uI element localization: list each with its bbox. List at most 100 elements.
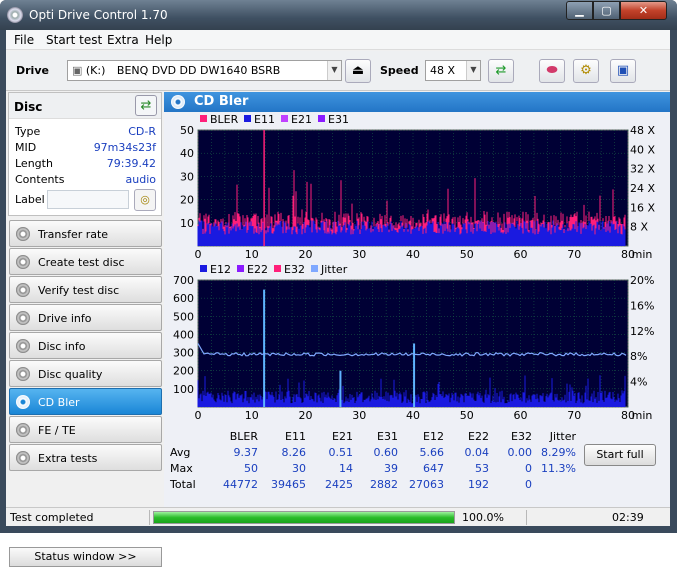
- y-tick-label: 10: [180, 217, 194, 230]
- drive-select[interactable]: ▣ (K:) BENQ DVD DD DW1640 BSRB ▼: [67, 60, 342, 81]
- eject-icon: ⏏: [351, 63, 365, 78]
- disc-contents-value: audio: [125, 173, 156, 186]
- x-tick-label: 10: [245, 409, 259, 422]
- main-title: CD Bler: [194, 94, 249, 109]
- nav-label: Verify test disc: [38, 284, 120, 297]
- speed-value: 48 X: [430, 64, 456, 77]
- minimize-button[interactable]: ▁: [566, 1, 593, 20]
- disc-refresh-button[interactable]: ⇄: [135, 95, 157, 116]
- disc-icon: [16, 367, 30, 381]
- nav-drive-info[interactable]: Drive info: [9, 304, 162, 331]
- disc-label-label: Label: [15, 193, 45, 206]
- disc-label-input[interactable]: [47, 190, 129, 209]
- client-area: File Start test Extra Help Drive ▣ (K:) …: [6, 30, 670, 567]
- nav-create-test-disc[interactable]: Create test disc: [9, 248, 162, 275]
- eject-button[interactable]: ⏏: [345, 59, 371, 83]
- legend-swatch: [200, 265, 207, 272]
- stats-value: 0.60: [373, 446, 399, 459]
- y2-tick-label: 32 X: [630, 163, 655, 176]
- nav-label: Drive info: [38, 312, 92, 325]
- stats-value: 50: [244, 462, 258, 475]
- legend-swatch: [281, 115, 288, 122]
- stats-row-label: Total: [170, 478, 196, 491]
- start-full-button[interactable]: Start full: [584, 444, 656, 466]
- y2-tick-label: 16 X: [630, 201, 655, 214]
- disc-icon: [16, 255, 30, 269]
- nav-label: Create test disc: [38, 256, 125, 269]
- stats-value: 8.29%: [541, 446, 576, 459]
- elapsed-time: 02:39: [612, 511, 644, 524]
- stats-header: Jitter: [549, 430, 576, 443]
- legend-swatch: [200, 115, 207, 122]
- refresh-icon: ⇄: [140, 98, 152, 113]
- app-window: Opti Drive Control 1.70 ▁ ▢ ✕ File Start…: [0, 0, 677, 567]
- x-tick-label: 40: [406, 409, 420, 422]
- disc-label-button[interactable]: ◎: [134, 189, 156, 211]
- x-tick-label: 20: [299, 248, 313, 261]
- drive-label: Drive: [16, 64, 49, 77]
- save-button[interactable]: ▣: [610, 59, 636, 83]
- status-text: Test completed: [10, 511, 94, 524]
- speed-label: Speed: [380, 64, 419, 77]
- x-tick-label: 50: [460, 409, 474, 422]
- nav-transfer-rate[interactable]: Transfer rate: [9, 220, 162, 247]
- legend-swatch: [318, 115, 325, 122]
- disc-icon: [16, 283, 30, 297]
- disc-contents-label: Contents: [15, 173, 65, 186]
- nav-label: CD Bler: [38, 396, 80, 409]
- legend-label: E11: [254, 113, 275, 126]
- settings-button[interactable]: ⚙: [573, 59, 599, 83]
- stats-header: E11: [285, 430, 306, 443]
- disc-icon: ◎: [140, 193, 150, 206]
- x-tick-label: 10: [245, 248, 259, 261]
- x-tick-label: 0: [195, 248, 202, 261]
- window-title: Opti Drive Control 1.70: [29, 8, 168, 22]
- maximize-button[interactable]: ▢: [593, 1, 620, 20]
- x-tick-label: 60: [514, 409, 528, 422]
- menu-start-test[interactable]: Start test: [46, 33, 102, 47]
- disc-info-panel: Disc ⇄ Type CD-R MID 97m34s23f Length 79…: [8, 92, 162, 216]
- refresh-speed-button[interactable]: ⇄: [488, 59, 514, 83]
- y-tick-label: 30: [180, 170, 194, 183]
- disc-icon: [16, 451, 30, 465]
- stats-header: E32: [511, 430, 532, 443]
- x-tick-label: 60: [514, 248, 528, 261]
- main-panel: CD Bler BLER E11 E21 E31 0 10 20 30 40 50 60 70 80 mi…: [164, 92, 670, 507]
- close-button[interactable]: ✕: [620, 1, 667, 20]
- status-window-button[interactable]: Status window >>: [9, 547, 162, 567]
- erase-button[interactable]: ⬬: [539, 59, 565, 83]
- legend-label: E12: [210, 263, 231, 276]
- sidebar: Disc ⇄ Type CD-R MID 97m34s23f Length 79…: [6, 92, 163, 567]
- drive-name: BENQ DVD DD DW1640 BSRB: [116, 64, 281, 77]
- nav-extra-tests[interactable]: Extra tests: [9, 444, 162, 471]
- nav-verify-test-disc[interactable]: Verify test disc: [9, 276, 162, 303]
- bler-chart: BLER E11 E21 E310 10 20 30 40 50 60 70 80min1020304…: [180, 113, 655, 261]
- speed-select[interactable]: 48 X ▼: [425, 60, 481, 81]
- legend-label: E31: [328, 113, 349, 126]
- stats-value: 647: [423, 462, 444, 475]
- menu-extra[interactable]: Extra: [107, 33, 139, 47]
- nav-label: Disc info: [38, 340, 86, 353]
- legend-label: E32: [284, 263, 305, 276]
- stats-value: 27063: [409, 478, 444, 491]
- stats-header: E21: [332, 430, 353, 443]
- y2-tick-label: 20%: [630, 274, 654, 287]
- chevron-down-icon: ▼: [466, 61, 480, 80]
- stats-value: 0: [525, 462, 532, 475]
- x-tick-label: 40: [406, 248, 420, 261]
- nav-cd-bler[interactable]: CD Bler: [9, 388, 162, 415]
- menu-file[interactable]: File: [14, 33, 34, 47]
- nav-disc-quality[interactable]: Disc quality: [9, 360, 162, 387]
- progress-fill: [154, 512, 454, 523]
- y2-tick-label: 8 X: [630, 221, 648, 234]
- nav-disc-info[interactable]: Disc info: [9, 332, 162, 359]
- chevron-down-icon: ▼: [327, 61, 341, 80]
- nav-fe-te[interactable]: FE / TE: [9, 416, 162, 443]
- stats-row-label: Max: [170, 462, 193, 475]
- menu-help[interactable]: Help: [145, 33, 172, 47]
- settings-icon: ⚙: [580, 63, 592, 78]
- erase-icon: ⬬: [546, 63, 558, 78]
- progress-bar: [153, 511, 455, 524]
- stats-header: E12: [423, 430, 444, 443]
- x-tick-label: 30: [352, 409, 366, 422]
